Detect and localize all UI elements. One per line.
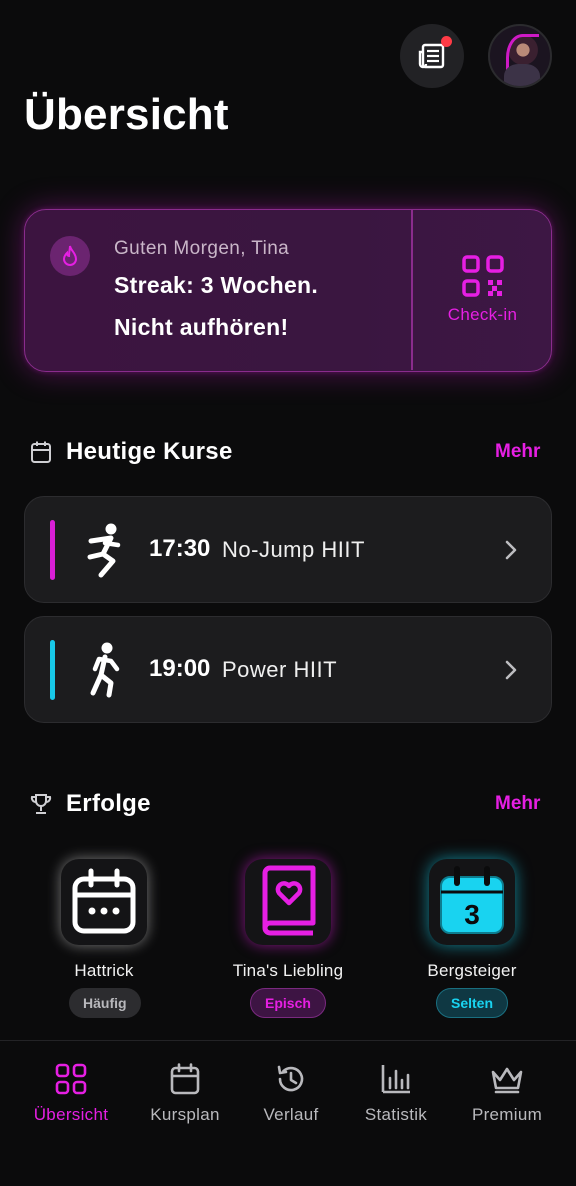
checkin-label: Check-in [447,305,518,324]
chevron-right-icon [505,660,517,680]
nav-label: Übersicht [33,1105,109,1124]
class-accent-bar [50,640,55,700]
bar-chart-icon [381,1065,410,1094]
calendar-number: 3 [464,899,480,930]
nav-label: Kursplan [150,1105,220,1124]
nav-label: Statistik [364,1105,428,1124]
calendar-3-icon: 3 [440,866,504,934]
qr-code-icon [461,255,504,297]
badge-title: Tina's Liebling [232,961,344,980]
newspaper-icon [418,43,445,69]
rarity-badge: Episch [250,988,326,1018]
notification-dot [441,36,452,47]
checkin-button[interactable]: Check-in [412,210,553,370]
chevron-right-icon [505,540,517,560]
more-achievements-link[interactable]: Mehr [495,793,540,815]
streak-line-2: Nicht aufhören! [114,314,289,340]
streak-card: Guten Morgen, Tina Streak: 3 Wochen. Nic… [24,209,552,372]
bottom-nav: Übersicht Kursplan Verlauf Statistik Pre… [0,1040,576,1186]
nav-item-premium[interactable]: Premium [447,1063,567,1125]
heart-book-icon [262,865,316,936]
runner-icon [87,523,121,578]
section-header-today: Heutige Kurse [30,438,233,466]
class-card[interactable]: 17:30 No-Jump HIIT [24,496,552,603]
badge-icon-frame [245,859,331,945]
calendar-icon [31,441,51,463]
nav-item-statistik[interactable]: Statistik [336,1063,456,1125]
class-accent-bar [50,520,55,580]
badge-icon-frame [61,859,147,945]
calendar-dots-icon [72,868,136,934]
crown-icon [491,1067,523,1094]
flame-icon-badge [50,236,90,276]
section-title-today: Heutige Kurse [66,438,233,465]
news-button[interactable] [400,24,464,88]
badge-title: Hattrick [74,961,134,980]
history-icon [277,1065,304,1092]
class-time: 17:30 [149,535,211,562]
section-header-achievements: Erfolge [30,790,151,818]
nav-item-kursplan[interactable]: Kursplan [125,1063,245,1125]
rarity-badge: Häufig [69,988,141,1018]
nav-item-uebersicht[interactable]: Übersicht [11,1063,131,1125]
nav-item-verlauf[interactable]: Verlauf [231,1063,351,1125]
achievement-bergsteiger[interactable]: 3 Bergsteiger Selten [372,856,572,1022]
more-classes-link[interactable]: Mehr [495,441,540,463]
achievement-tinas-liebling[interactable]: Tina's Liebling Episch [188,856,388,1022]
page-title: Übersicht [24,90,229,139]
avatar[interactable] [488,24,552,88]
class-name: Power HIIT [222,657,338,682]
greeting-text: Guten Morgen, Tina [114,238,290,259]
section-title-achievements: Erfolge [66,790,151,817]
class-card[interactable]: 19:00 Power HIIT [24,616,552,723]
flame-icon [62,245,78,266]
trophy-icon [30,794,52,814]
rarity-badge: Selten [436,988,509,1018]
nav-label: Premium [471,1105,543,1124]
streak-line-1: Streak: 3 Wochen. [114,272,319,298]
class-time: 19:00 [149,655,211,682]
nav-label: Verlauf [263,1105,319,1124]
grid-icon [55,1063,87,1095]
running-man-icon [90,642,120,698]
achievement-hattrick[interactable]: Hattrick Häufig [4,856,204,1022]
calendar-icon [170,1063,200,1095]
badge-title: Bergsteiger [427,961,517,980]
class-name: No-Jump HIIT [222,537,365,562]
badge-icon-frame: 3 [429,859,515,945]
